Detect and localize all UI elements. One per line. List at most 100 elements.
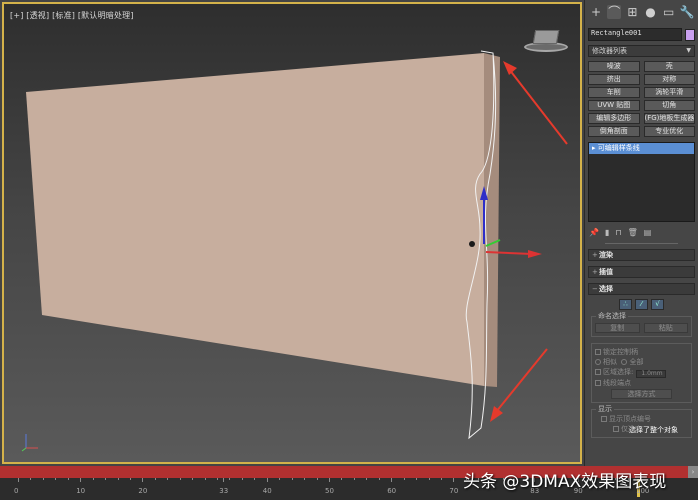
ruler-minor-tick — [167, 478, 169, 480]
display-title: 显示 — [596, 405, 614, 413]
vertex-icon[interactable]: ∴ — [619, 299, 632, 310]
ruler-minor-tick — [440, 478, 442, 480]
show-vertex-numbers-option[interactable]: 显示顶点编号 — [595, 414, 688, 424]
modifier-button-chamfer[interactable]: 切角 — [643, 100, 695, 111]
spline-icon[interactable]: √ — [651, 299, 664, 310]
only-selected-option[interactable]: 仅选定 — [595, 424, 688, 434]
named-selection-group: 命名选择 复制 粘贴 — [591, 312, 692, 337]
segment-icon[interactable]: ⁄ — [635, 299, 648, 310]
stack-item-label: 可编辑样条线 — [597, 144, 640, 152]
named-selection-title: 命名选择 — [596, 312, 628, 320]
perspective-viewport[interactable]: [+] [透视] [标准] [默认明暗处理] — [2, 2, 582, 464]
modify-icon[interactable]: ⌒ — [607, 5, 622, 19]
area-select-option[interactable]: 区域选择: 1.0mm — [595, 367, 688, 378]
ruler-minor-tick — [129, 478, 131, 480]
pin-stack-icon[interactable]: 📌 — [589, 228, 599, 237]
paste-button[interactable]: 粘贴 — [643, 323, 688, 333]
rollout-selection[interactable]: −选择 — [588, 283, 695, 295]
segment-end-option[interactable]: 线段端点 — [595, 378, 688, 388]
annotation-arrowhead-top — [503, 61, 517, 75]
scene-canvas — [21, 50, 568, 452]
ruler-minor-tick — [391, 478, 393, 480]
watermark: 头条 @3DMAX效果图表现 — [463, 472, 667, 492]
ruler-minor-tick — [453, 478, 455, 480]
rollout-render[interactable]: +渲染 — [588, 249, 695, 261]
chevron-right-icon[interactable]: › — [688, 466, 698, 478]
annotation-arrowhead-bottom — [490, 406, 503, 422]
hierarchy-icon[interactable]: ⊞ — [625, 5, 639, 19]
object-name-row: Rectangle001 — [585, 28, 698, 41]
ruler-tick-label: 40 — [262, 487, 272, 495]
modifier-list-dropdown[interactable]: 修改器列表 ▼ — [588, 45, 695, 57]
plus-icon[interactable]: + — [589, 5, 603, 19]
ruler-tick-label: 60 — [387, 487, 397, 495]
ruler-minor-tick — [204, 478, 206, 480]
modifier-button-lathe[interactable]: 车削 — [588, 87, 640, 98]
modifier-button-floor-generator[interactable]: (FG)地板生成器 — [643, 113, 695, 124]
gizmo-center[interactable] — [469, 241, 475, 247]
ruler-minor-tick — [192, 478, 194, 480]
gizmo-x-arrow[interactable] — [528, 250, 542, 258]
make-unique-icon[interactable]: ⊓ — [615, 228, 621, 237]
ruler-minor-tick — [18, 478, 19, 480]
area-select-spinner[interactable]: 1.0mm — [635, 370, 666, 378]
modifier-stack[interactable]: ▸ 可编辑样条线 — [588, 142, 695, 222]
modifier-list-label: 修改器列表 — [592, 47, 627, 55]
ruler-minor-tick — [428, 478, 430, 480]
viewcube[interactable] — [524, 30, 568, 52]
select-by-button[interactable]: 选择方式 — [611, 389, 672, 399]
modifier-button-noise[interactable]: 噪波 — [588, 61, 640, 72]
show-end-result-icon[interactable]: ▮ — [605, 228, 609, 237]
lock-handles-option[interactable]: 锁定控制柄 — [595, 347, 688, 357]
object-color-swatch[interactable] — [685, 28, 695, 41]
ruler-minor-tick — [30, 478, 32, 480]
modifier-button-edit-poly[interactable]: 编辑多边形 — [588, 113, 640, 124]
ruler-minor-tick — [154, 478, 156, 480]
ruler-minor-tick — [105, 478, 107, 480]
display-icon[interactable]: ▭ — [662, 5, 676, 19]
tripod-z — [21, 447, 27, 452]
ruler-minor-tick — [229, 478, 231, 480]
modifier-button-turbosmooth[interactable]: 涡轮平滑 — [643, 87, 695, 98]
ruler-minor-tick — [142, 478, 144, 480]
viewcube-top-face[interactable] — [532, 30, 560, 44]
ruler-tick-label: 33 — [219, 487, 229, 495]
modifier-button-shell[interactable]: 壳 — [643, 61, 695, 72]
motion-icon[interactable]: ● — [644, 5, 658, 19]
ruler-minor-tick — [117, 478, 119, 480]
similar-all-options[interactable]: 相似 全部 — [595, 357, 688, 367]
display-group: 显示 显示顶点编号 仅选定 — [591, 405, 692, 438]
ruler-minor-tick — [67, 478, 69, 480]
utilities-icon[interactable]: 🔧 — [680, 5, 695, 19]
ruler-minor-tick — [353, 478, 355, 480]
selection-options-group: 锁定控制柄 相似 全部 区域选择: 1.0mm 线段端点 选择方式 — [591, 343, 692, 403]
ruler-minor-tick — [241, 478, 243, 480]
copy-button[interactable]: 复制 — [595, 323, 640, 333]
ruler-minor-tick — [304, 478, 306, 480]
ruler-minor-tick — [329, 478, 330, 480]
stack-item-editable-spline[interactable]: ▸ 可编辑样条线 — [589, 143, 694, 154]
ruler-minor-tick — [266, 478, 268, 480]
rollout-interpolation[interactable]: +插值 — [588, 266, 695, 278]
ruler-minor-tick — [403, 478, 405, 480]
panel-divider — [605, 243, 678, 244]
ruler-minor-tick — [179, 478, 181, 480]
panel-tabs: + ⌒ ⊞ ● ▭ 🔧 — [585, 0, 698, 24]
modifier-button-symmetry[interactable]: 对称 — [643, 74, 695, 85]
ruler-minor-tick — [378, 478, 380, 480]
modifier-button-pro-optimizer[interactable]: 专业优化 — [643, 126, 695, 137]
object-name-field[interactable]: Rectangle001 — [588, 28, 683, 41]
modifier-button-extrude[interactable]: 挤出 — [588, 74, 640, 85]
subobject-icons: ∴ ⁄ √ — [585, 299, 698, 310]
ruler-tick-label: 50 — [325, 487, 334, 495]
annotation-arrow-top — [508, 68, 568, 145]
ruler-minor-tick — [254, 478, 256, 480]
wall-front-face[interactable] — [26, 53, 484, 386]
remove-modifier-icon[interactable]: 🗑 — [628, 228, 638, 237]
ruler-minor-tick — [316, 478, 318, 480]
configure-sets-icon[interactable]: ▤ — [644, 228, 652, 237]
ruler-tick-label: 70 — [449, 487, 459, 495]
modifier-button-uvw-map[interactable]: UVW 贴图 — [588, 100, 640, 111]
ruler-minor-tick — [80, 478, 82, 480]
modifier-button-bevel-profile[interactable]: 倒角剖面 — [588, 126, 640, 137]
